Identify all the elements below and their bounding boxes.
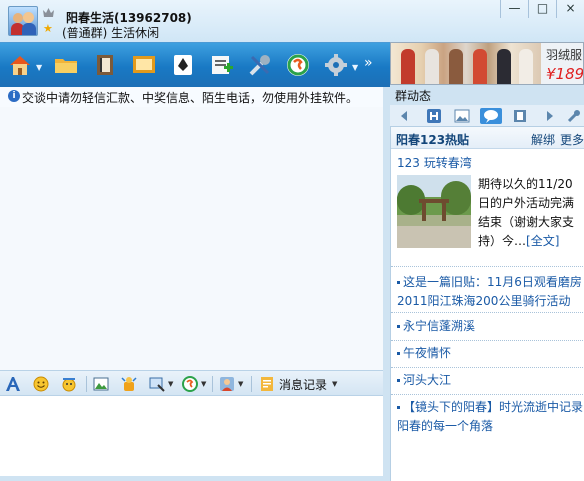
- history-icon[interactable]: [259, 376, 275, 392]
- hot-posts-title: 阳春123热贴: [396, 133, 470, 147]
- chat-icon[interactable]: [480, 108, 502, 124]
- magic-emoji-icon[interactable]: [61, 376, 77, 392]
- panel-divider[interactable]: [383, 87, 389, 481]
- card-game-icon[interactable]: [171, 53, 195, 77]
- history-dropdown-arrow[interactable]: ▼: [332, 380, 337, 388]
- message-input[interactable]: [0, 396, 383, 476]
- soso-dropdown-arrow[interactable]: ▼: [201, 380, 206, 388]
- album-icon[interactable]: [93, 53, 117, 77]
- folder-icon[interactable]: [54, 53, 78, 77]
- tools-icon[interactable]: [248, 53, 272, 77]
- divider: [391, 367, 584, 368]
- image-icon[interactable]: [93, 376, 109, 392]
- notice-text: 交谈中请勿轻信汇款、中奖信息、陌生电话，勿使用外挂软件。: [22, 91, 359, 105]
- settings-icon[interactable]: [324, 53, 348, 77]
- hot-post-link[interactable]: 【镜头下的阳春】时光流逝中记录阳春的每一个角落: [397, 400, 583, 433]
- hot-post-link[interactable]: 午夜情怀: [403, 346, 451, 360]
- home-dropdown-arrow[interactable]: ▼: [36, 63, 42, 72]
- soso-icon[interactable]: [286, 53, 310, 77]
- wrench-icon[interactable]: [566, 108, 582, 124]
- soso-icon[interactable]: [182, 376, 198, 392]
- dynamics-tab-bar: [390, 105, 584, 127]
- group-dynamics-label: 群动态: [395, 89, 432, 103]
- shake-icon[interactable]: [121, 376, 137, 392]
- input-toolbar-separator: [251, 376, 252, 392]
- minimize-button[interactable]: —: [500, 0, 528, 18]
- home-icon[interactable]: [8, 53, 32, 77]
- add-note-icon[interactable]: [210, 53, 234, 77]
- settings-dropdown-arrow[interactable]: ▼: [352, 63, 358, 72]
- font-icon[interactable]: [5, 376, 21, 392]
- input-toolbar-separator: [86, 376, 87, 392]
- crown-icon: [43, 8, 54, 17]
- hot-post-item[interactable]: 这是一篇旧贴：11月6日观看磨房2011阳江珠海200公里骑行活动: [397, 273, 583, 311]
- info-icon: i: [8, 90, 20, 102]
- hot-post-item[interactable]: 午夜情怀: [397, 344, 583, 363]
- feature-post-image[interactable]: [397, 175, 471, 248]
- more-link[interactable]: 更多: [560, 131, 584, 148]
- group-avatar[interactable]: [8, 6, 38, 36]
- avatar-icon[interactable]: [219, 376, 235, 392]
- history-button[interactable]: 消息记录: [279, 376, 327, 393]
- divider: [391, 340, 584, 341]
- feature-post-title[interactable]: 123 玩转春湾: [397, 154, 472, 171]
- hot-post-item[interactable]: 【镜头下的阳春】时光流逝中记录阳春的每一个角落: [397, 398, 583, 436]
- feature-post-summary: 期待以久的11/20日的户外活动完满结束（谢谢大家支持）今…[全文]: [478, 175, 584, 251]
- unbind-link[interactable]: 解绑: [531, 131, 555, 148]
- divider: [391, 312, 584, 313]
- group-subtitle: (普通群) 生活休闲: [62, 26, 160, 40]
- close-button[interactable]: ×: [556, 0, 584, 18]
- hot-post-item[interactable]: 河头大江: [397, 371, 583, 390]
- divider: [391, 394, 584, 395]
- back-icon[interactable]: [396, 108, 412, 124]
- hot-posts-panel: 阳春123热贴 解绑 更多 123 玩转春湾 期待以久的11/20日的户外活动完…: [390, 127, 584, 481]
- full-text-link[interactable]: [全文]: [526, 234, 559, 248]
- screenshot-icon[interactable]: [149, 376, 165, 392]
- title-bar: ★ 阳春生活(13962708) (普通群) 生活休闲 — □ ×: [0, 0, 584, 42]
- emoji-icon[interactable]: [33, 376, 49, 392]
- h-icon[interactable]: [426, 108, 442, 124]
- hot-post-item[interactable]: 永宁信蓬溯溪: [397, 317, 583, 336]
- screenshot-dropdown-arrow[interactable]: ▼: [168, 380, 173, 388]
- maximize-button[interactable]: □: [528, 0, 556, 18]
- image-icon[interactable]: [454, 108, 470, 124]
- input-toolbar: ▼ ▼ ▼ 消息记录 ▼: [0, 370, 383, 396]
- hot-post-link[interactable]: 这是一篇旧贴：11月6日观看磨房2011阳江珠海200公里骑行活动: [397, 275, 582, 308]
- toolbar-more-button[interactable]: »: [364, 55, 373, 71]
- forward-icon[interactable]: [542, 108, 558, 124]
- hot-post-link[interactable]: 河头大江: [403, 373, 451, 387]
- ad-title: 羽绒服: [546, 48, 583, 62]
- star-icon: ★: [43, 22, 53, 35]
- ad-image: [391, 43, 541, 84]
- divider: [391, 266, 584, 267]
- hot-posts-header: 阳春123热贴 解绑 更多: [391, 127, 584, 149]
- security-notice: i 交谈中请勿轻信汇款、中奖信息、陌生电话，勿使用外挂软件。: [0, 87, 388, 107]
- hot-post-link[interactable]: 永宁信蓬溯溪: [403, 319, 475, 333]
- main-toolbar: ▼ ▼ »: [0, 42, 390, 87]
- chat-message-area[interactable]: [0, 107, 383, 370]
- screen-icon[interactable]: [132, 53, 156, 77]
- ad-price: ¥189: [546, 65, 584, 83]
- avatar-dropdown-arrow[interactable]: ▼: [238, 380, 243, 388]
- film-icon[interactable]: [512, 108, 528, 124]
- input-toolbar-separator: [212, 376, 213, 392]
- ad-banner[interactable]: 羽绒服 ¥189: [390, 42, 584, 85]
